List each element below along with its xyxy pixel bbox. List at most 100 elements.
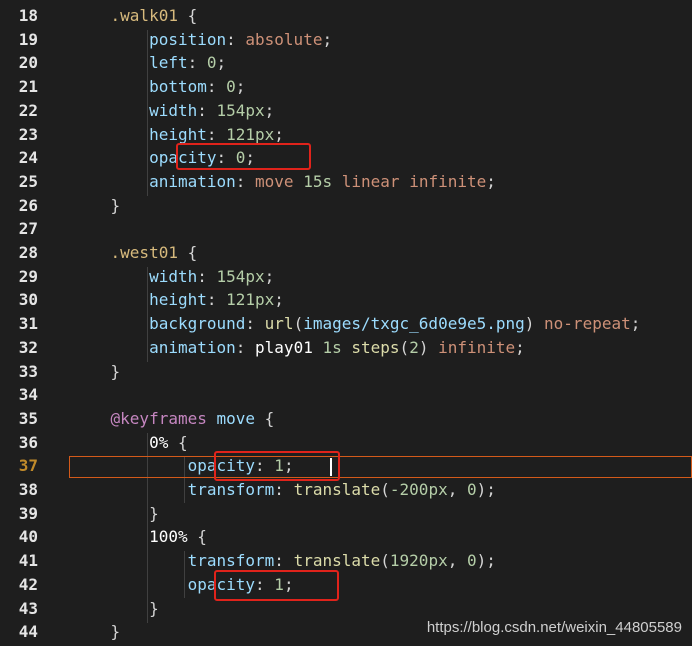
code-text: animation: play01 1s steps(2) infinite; — [72, 336, 525, 360]
code-line[interactable]: 28 .west01 { — [0, 241, 692, 265]
code-text: width: 154px; — [72, 265, 274, 289]
line-number: 21 — [18, 77, 38, 97]
code-token: 0 — [466, 480, 477, 499]
line-number: 24 — [18, 148, 38, 168]
code-token: { — [187, 527, 207, 547]
code-text: } — [72, 620, 121, 644]
code-token: ; — [274, 290, 284, 310]
code-line[interactable]: 43 } — [0, 597, 692, 621]
code-line[interactable]: 23 height: 121px; — [0, 123, 692, 147]
line-number: 33 — [18, 361, 38, 381]
code-token: 121px — [226, 124, 275, 144]
code-line[interactable]: 34 — [0, 383, 692, 407]
code-token: steps — [351, 337, 400, 357]
code-line[interactable]: 22 width: 154px; — [0, 99, 692, 123]
code-token: transform — [187, 551, 275, 571]
line-number: 37 — [18, 456, 38, 476]
code-line[interactable]: 18 .walk01 { — [0, 4, 692, 28]
code-text: .walk01 { — [72, 4, 198, 28]
watermark-text: https://blog.csdn.net/weixin_44805589 — [426, 619, 682, 636]
code-line[interactable]: 36 0% { — [0, 431, 692, 455]
code-line[interactable]: 26 } — [0, 194, 692, 218]
code-token: ; — [630, 314, 641, 334]
code-token: absolute — [245, 29, 323, 49]
line-number: 44 — [18, 622, 38, 642]
code-token: 154px — [216, 266, 265, 286]
code-token: 1920px — [389, 551, 448, 571]
code-token: : — [197, 266, 217, 286]
code-token: : — [226, 29, 246, 49]
code-token: 121px — [226, 290, 275, 310]
code-line[interactable]: 27 — [0, 217, 692, 241]
line-number: 20 — [18, 53, 38, 73]
code-line[interactable]: 32 animation: play01 1s steps(2) infinit… — [0, 336, 692, 360]
code-token: ) — [418, 337, 439, 357]
code-token: { — [255, 408, 275, 428]
code-token: } — [72, 503, 159, 523]
code-token: ; — [274, 124, 284, 144]
code-line[interactable]: 35 @keyframes move { — [0, 407, 692, 431]
code-line[interactable]: 21 bottom: 0; — [0, 75, 692, 99]
code-line[interactable]: 31 background: url(images/txgc_6d0e9e5.p… — [0, 312, 692, 336]
code-text: 0% { — [72, 431, 188, 455]
code-token: : — [235, 337, 256, 357]
code-text: 100% { — [72, 525, 207, 549]
code-line[interactable]: 29 width: 154px; — [0, 265, 692, 289]
line-number: 34 — [18, 385, 38, 405]
code-line[interactable]: 20 left: 0; — [0, 51, 692, 75]
code-text: bottom: 0; — [72, 75, 245, 99]
code-token: width — [149, 100, 198, 120]
code-token: } — [72, 622, 121, 642]
code-token: animation — [149, 171, 236, 191]
code-token: { — [177, 243, 198, 262]
line-number: 42 — [18, 574, 38, 594]
code-token: -200px — [389, 480, 448, 499]
code-token: width — [149, 266, 198, 286]
line-number: 25 — [18, 171, 38, 191]
line-number: 32 — [18, 337, 38, 357]
code-token: { — [177, 6, 198, 25]
code-line[interactable]: 25 animation: move 15s linear infinite; — [0, 170, 692, 194]
annotation-box-opacity-42 — [214, 570, 339, 601]
code-token: 0 — [206, 53, 217, 73]
code-token: ; — [264, 100, 275, 120]
code-token: infinite — [438, 337, 516, 357]
code-text: width: 154px; — [72, 99, 274, 123]
line-number: 36 — [18, 432, 38, 452]
code-line[interactable]: 40 100% { — [0, 525, 692, 549]
code-token: : — [206, 124, 227, 144]
code-token: infinite — [409, 171, 487, 191]
code-line[interactable]: 41 transform: translate(1920px, 0); — [0, 549, 692, 573]
code-token: animation — [149, 337, 236, 357]
code-token: ); — [476, 551, 496, 571]
code-line[interactable]: 19 position: absolute; — [0, 28, 692, 52]
code-line[interactable]: 39 } — [0, 502, 692, 526]
code-token: : — [274, 480, 294, 499]
code-editor[interactable]: 18 .walk01 {19 position: absolute; 20 lef… — [0, 0, 692, 646]
line-number: 31 — [18, 314, 38, 334]
code-token: ; — [515, 337, 525, 357]
code-token: .walk01 — [110, 6, 178, 25]
code-token: no-repeat — [544, 314, 631, 334]
code-line[interactable]: 42 opacity: 1; — [0, 573, 692, 597]
code-line[interactable]: 38 transform: translate(-200px, 0); — [0, 478, 692, 502]
code-text: animation: move 15s linear infinite; — [72, 170, 496, 194]
code-token: 2 — [409, 337, 419, 357]
line-number: 28 — [18, 243, 38, 262]
code-line[interactable]: 30 height: 121px; — [0, 288, 692, 312]
code-line[interactable]: 33 } — [0, 360, 692, 384]
code-token: 0% — [149, 432, 169, 452]
code-line[interactable]: 24 opacity: 0; — [0, 146, 692, 170]
code-token: ; — [322, 29, 333, 49]
code-token: 0 — [226, 77, 236, 97]
code-token: : — [206, 290, 227, 310]
